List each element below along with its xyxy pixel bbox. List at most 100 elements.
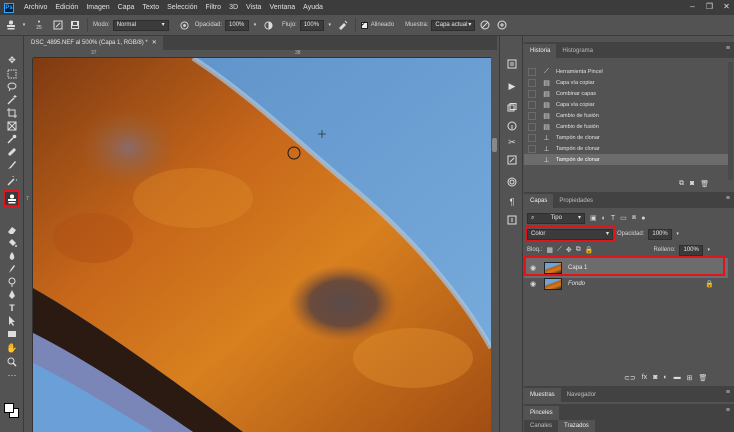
lock-image-icon[interactable]: ⟋ bbox=[557, 246, 562, 254]
layer-filter-select[interactable]: ⌕ Tipo ▾ bbox=[527, 212, 585, 224]
sample-select[interactable]: Capa actual ▾ bbox=[431, 19, 476, 31]
chevron-down-icon[interactable]: ▾ bbox=[327, 18, 333, 32]
image-canvas[interactable] bbox=[33, 58, 491, 432]
tab-muestras[interactable]: Muestras bbox=[524, 388, 561, 402]
menu-capa[interactable]: Capa bbox=[114, 0, 139, 15]
layer-mask-icon[interactable]: ◙ bbox=[653, 374, 657, 382]
more-tools-icon[interactable]: ··· bbox=[5, 368, 19, 381]
history-item[interactable]: ⟋ Herramienta Pincel bbox=[524, 66, 728, 77]
smart-filter-icon[interactable]: ⧈ bbox=[632, 214, 636, 222]
panel-menu-icon[interactable]: ≡ bbox=[726, 389, 730, 396]
eraser-tool-icon[interactable] bbox=[5, 223, 19, 236]
menu-seleccion[interactable]: Selección bbox=[163, 0, 201, 15]
zoom-tool-icon[interactable] bbox=[5, 355, 19, 368]
snapshot-checkbox[interactable] bbox=[528, 111, 536, 120]
panel-menu-icon[interactable]: ≡ bbox=[726, 45, 730, 52]
pixel-filter-icon[interactable]: ▣ bbox=[590, 214, 597, 222]
menu-ventana[interactable]: Ventana bbox=[265, 0, 299, 15]
adjustment-filter-icon[interactable]: ◐ bbox=[602, 215, 606, 222]
tab-capas[interactable]: Capas bbox=[524, 194, 554, 208]
dodge-tool-icon[interactable] bbox=[5, 275, 19, 288]
menu-vista[interactable]: Vista bbox=[242, 0, 265, 15]
paint-bucket-tool-icon[interactable] bbox=[5, 236, 19, 249]
pressure-size-icon[interactable] bbox=[178, 18, 192, 32]
tab-navegador[interactable]: Navegador bbox=[561, 388, 602, 402]
marquee-tool-icon[interactable] bbox=[5, 67, 19, 80]
lock-transparent-icon[interactable]: ▦ bbox=[546, 246, 553, 254]
move-tool-icon[interactable]: ✥ bbox=[5, 54, 19, 67]
minimize-icon[interactable]: – bbox=[688, 2, 697, 11]
snapshot-checkbox[interactable] bbox=[528, 144, 536, 153]
snapshot-checkbox[interactable] bbox=[528, 133, 536, 142]
menu-imagen[interactable]: Imagen bbox=[82, 0, 113, 15]
menu-texto[interactable]: Texto bbox=[138, 0, 163, 15]
actions-panel-icon[interactable]: ▶ bbox=[506, 80, 518, 92]
menu-ayuda[interactable]: Ayuda bbox=[299, 0, 327, 15]
blur-tool-icon[interactable] bbox=[5, 249, 19, 262]
snapshot-checkbox[interactable] bbox=[528, 155, 536, 164]
history-item[interactable]: ▤ Cambio de fusión bbox=[524, 110, 728, 121]
snapshot-checkbox[interactable] bbox=[528, 100, 536, 109]
airbrush-icon[interactable] bbox=[336, 18, 350, 32]
opacity-input[interactable]: 100% bbox=[225, 19, 250, 31]
new-group-icon[interactable]: ▬ bbox=[674, 374, 681, 382]
eye-icon[interactable]: ◉ bbox=[528, 280, 538, 288]
history-item-current[interactable]: ⊥ Tampón de clonar bbox=[524, 154, 728, 165]
lock-artboard-icon[interactable]: ⧉ bbox=[576, 246, 581, 254]
panel-menu-icon[interactable]: ≡ bbox=[726, 407, 730, 414]
clone-stamp-tool-icon[interactable] bbox=[4, 18, 18, 32]
type-filter-icon[interactable]: T bbox=[611, 215, 615, 222]
new-document-from-state-icon[interactable]: ⧉ bbox=[679, 180, 684, 188]
character-panel-icon[interactable] bbox=[506, 214, 518, 226]
tab-pinceles[interactable]: Pinceles bbox=[524, 406, 559, 420]
layer-name[interactable]: Fondo bbox=[568, 281, 585, 287]
history-scrollbar[interactable] bbox=[728, 62, 733, 180]
chevron-down-icon[interactable]: ▾ bbox=[707, 247, 710, 253]
frame-tool-icon[interactable] bbox=[5, 119, 19, 132]
menu-edicion[interactable]: Edición bbox=[51, 0, 82, 15]
close-icon[interactable]: ✕ bbox=[152, 36, 157, 50]
libraries-panel-icon[interactable] bbox=[506, 176, 518, 188]
menu-3d[interactable]: 3D bbox=[225, 0, 242, 15]
tab-historia[interactable]: Historia bbox=[524, 44, 557, 58]
crop-tool-icon[interactable] bbox=[5, 106, 19, 119]
history-brush-tool-icon[interactable] bbox=[5, 174, 19, 187]
history-item[interactable]: ▤ Cambio de fusión bbox=[524, 121, 728, 132]
brush-tool-icon[interactable] bbox=[5, 158, 19, 171]
tab-canales[interactable]: Canales bbox=[524, 420, 558, 432]
tab-histograma[interactable]: Histograma bbox=[556, 44, 599, 58]
lock-position-icon[interactable]: ✥ bbox=[566, 246, 572, 254]
foreground-color-swatch[interactable] bbox=[4, 403, 14, 413]
menu-filtro[interactable]: Filtro bbox=[202, 0, 226, 15]
scrollbar-thumb[interactable] bbox=[492, 138, 497, 152]
fill-input[interactable]: 100% bbox=[679, 244, 704, 256]
tab-trazados[interactable]: Trazados bbox=[558, 420, 595, 432]
filter-toggle-icon[interactable]: ● bbox=[641, 215, 645, 222]
snapshot-checkbox[interactable] bbox=[528, 89, 536, 98]
history-item[interactable]: ▤ Capa vía copiar bbox=[524, 77, 728, 88]
layer-style-icon[interactable]: fx bbox=[642, 374, 647, 382]
chevron-down-icon[interactable]: ▾ bbox=[21, 18, 27, 32]
brush-settings-icon[interactable] bbox=[51, 18, 65, 32]
ignore-adjustment-layers-icon[interactable] bbox=[478, 18, 492, 32]
layer-comps-icon[interactable] bbox=[506, 102, 518, 114]
lasso-tool-icon[interactable] bbox=[5, 80, 19, 93]
history-panel-icon[interactable] bbox=[506, 58, 518, 70]
document-tab[interactable]: DSC_4895.NEF al 500% (Capa 1, RGB/8) * ✕ bbox=[25, 36, 163, 50]
camera-icon[interactable]: ◙ bbox=[690, 180, 694, 188]
pressure-icon[interactable] bbox=[495, 18, 509, 32]
eyedropper-tool-icon[interactable] bbox=[5, 132, 19, 145]
history-item[interactable]: ⊥ Tampón de clonar bbox=[524, 132, 728, 143]
snapshot-checkbox[interactable] bbox=[528, 67, 536, 76]
restore-icon[interactable]: ❐ bbox=[705, 2, 714, 11]
new-layer-icon[interactable]: ⊞ bbox=[687, 374, 693, 382]
rectangle-tool-icon[interactable] bbox=[5, 327, 19, 340]
snapshot-checkbox[interactable] bbox=[528, 122, 536, 131]
close-icon[interactable]: ✕ bbox=[722, 2, 731, 11]
paragraph-panel-icon[interactable]: ¶ bbox=[506, 196, 518, 208]
clone-source-icon[interactable] bbox=[68, 18, 82, 32]
shape-filter-icon[interactable]: ▭ bbox=[620, 214, 627, 222]
pen-tool-icon[interactable] bbox=[5, 288, 19, 301]
healing-brush-tool-icon[interactable] bbox=[5, 145, 19, 158]
snapshot-checkbox[interactable] bbox=[528, 78, 536, 87]
